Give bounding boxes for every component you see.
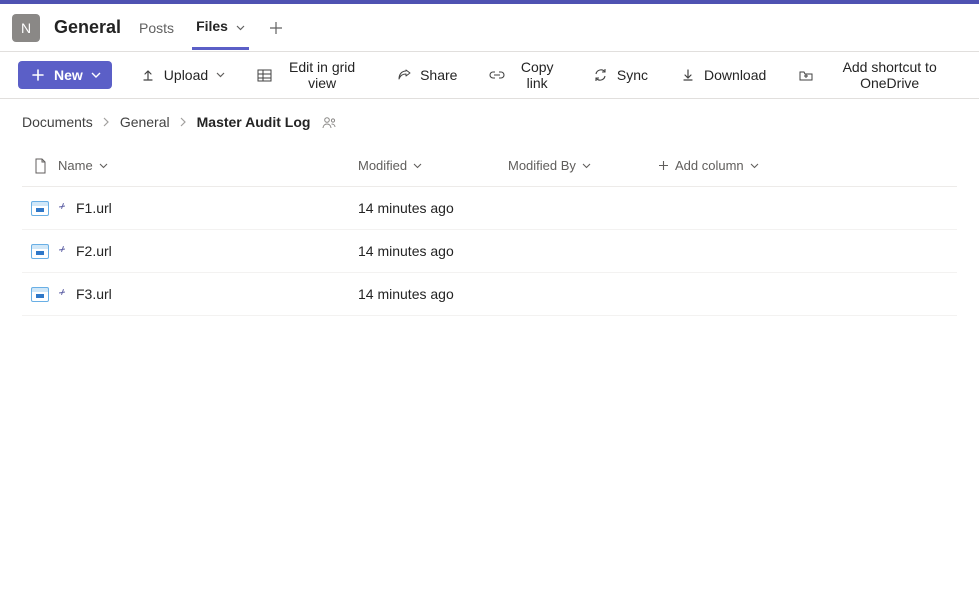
chevron-right-icon xyxy=(103,117,110,127)
new-indicator-icon xyxy=(58,246,68,256)
breadcrumb: Documents General Master Audit Log xyxy=(0,99,979,145)
column-header-name[interactable]: Name xyxy=(58,158,358,173)
column-header-name-label: Name xyxy=(58,158,93,173)
sync-icon xyxy=(593,67,609,83)
channel-header: N General Posts Files xyxy=(0,4,979,52)
add-shortcut-button[interactable]: Add shortcut to OneDrive xyxy=(794,56,961,94)
file-list: Name Modified Modified By Add column F1.… xyxy=(0,145,979,316)
chevron-down-icon xyxy=(216,72,225,78)
download-button[interactable]: Download xyxy=(676,64,770,86)
share-button-label: Share xyxy=(420,67,457,83)
chevron-down-icon xyxy=(582,163,591,169)
file-modified-cell: 14 minutes ago xyxy=(358,286,508,302)
files-toolbar: New Upload Edit in grid view Share Copy … xyxy=(0,52,979,99)
share-button[interactable]: Share xyxy=(392,64,461,86)
chevron-down-icon xyxy=(236,25,245,31)
channel-title: General xyxy=(54,17,121,38)
document-icon xyxy=(34,158,47,174)
column-header-modified[interactable]: Modified xyxy=(358,158,508,173)
chevron-down-icon xyxy=(99,163,108,169)
add-column-label: Add column xyxy=(675,158,744,173)
file-modified-cell: 14 minutes ago xyxy=(358,200,508,216)
people-icon[interactable] xyxy=(322,116,337,129)
sync-button[interactable]: Sync xyxy=(589,64,652,86)
breadcrumb-item-documents[interactable]: Documents xyxy=(22,114,93,130)
download-icon xyxy=(680,67,696,83)
column-header-type[interactable] xyxy=(22,158,58,174)
upload-button[interactable]: Upload xyxy=(136,64,229,86)
tab-posts-label: Posts xyxy=(139,20,174,36)
copy-link-button-label: Copy link xyxy=(513,59,560,91)
plus-icon xyxy=(30,67,46,83)
grid-icon xyxy=(257,67,272,83)
tab-files[interactable]: Files xyxy=(192,5,249,50)
column-header-modified-label: Modified xyxy=(358,158,407,173)
new-indicator-icon xyxy=(58,289,68,299)
file-name: F1.url xyxy=(76,200,112,216)
url-file-icon xyxy=(31,287,49,302)
team-avatar[interactable]: N xyxy=(12,14,40,42)
link-icon xyxy=(489,67,505,83)
add-shortcut-button-label: Add shortcut to OneDrive xyxy=(822,59,957,91)
breadcrumb-item-general[interactable]: General xyxy=(120,114,170,130)
column-header-modified-by-label: Modified By xyxy=(508,158,576,173)
table-row[interactable]: F3.url 14 minutes ago xyxy=(22,273,957,316)
copy-link-button[interactable]: Copy link xyxy=(485,56,564,94)
chevron-down-icon xyxy=(91,72,100,78)
breadcrumb-item-current: Master Audit Log xyxy=(197,114,311,130)
new-indicator-icon xyxy=(58,203,68,213)
column-header-modified-by[interactable]: Modified By xyxy=(508,158,658,173)
file-name: F3.url xyxy=(76,286,112,302)
plus-icon xyxy=(269,21,283,35)
file-type-icon-cell xyxy=(22,244,58,259)
tab-posts[interactable]: Posts xyxy=(135,7,178,49)
chevron-down-icon xyxy=(750,163,759,169)
file-modified-cell: 14 minutes ago xyxy=(358,243,508,259)
download-button-label: Download xyxy=(704,67,766,83)
file-name-cell[interactable]: F3.url xyxy=(58,286,358,302)
edit-grid-button-label: Edit in grid view xyxy=(280,59,364,91)
new-button[interactable]: New xyxy=(18,61,112,89)
upload-icon xyxy=(140,67,156,83)
add-column-button[interactable]: Add column xyxy=(658,158,798,173)
file-name-cell[interactable]: F2.url xyxy=(58,243,358,259)
tab-files-label: Files xyxy=(196,18,228,34)
file-name: F2.url xyxy=(76,243,112,259)
new-button-label: New xyxy=(54,67,83,83)
url-file-icon xyxy=(31,201,49,216)
table-row[interactable]: F1.url 14 minutes ago xyxy=(22,187,957,230)
add-tab-button[interactable] xyxy=(263,21,289,35)
upload-button-label: Upload xyxy=(164,67,208,83)
column-headers: Name Modified Modified By Add column xyxy=(22,145,957,187)
share-icon xyxy=(396,67,412,83)
file-type-icon-cell xyxy=(22,201,58,216)
file-name-cell[interactable]: F1.url xyxy=(58,200,358,216)
url-file-icon xyxy=(31,244,49,259)
chevron-down-icon xyxy=(413,163,422,169)
plus-icon xyxy=(658,160,669,171)
team-avatar-letter: N xyxy=(21,20,31,36)
table-row[interactable]: F2.url 14 minutes ago xyxy=(22,230,957,273)
edit-grid-button[interactable]: Edit in grid view xyxy=(253,56,368,94)
add-shortcut-icon xyxy=(798,67,814,83)
file-type-icon-cell xyxy=(22,287,58,302)
chevron-right-icon xyxy=(180,117,187,127)
sync-button-label: Sync xyxy=(617,67,648,83)
